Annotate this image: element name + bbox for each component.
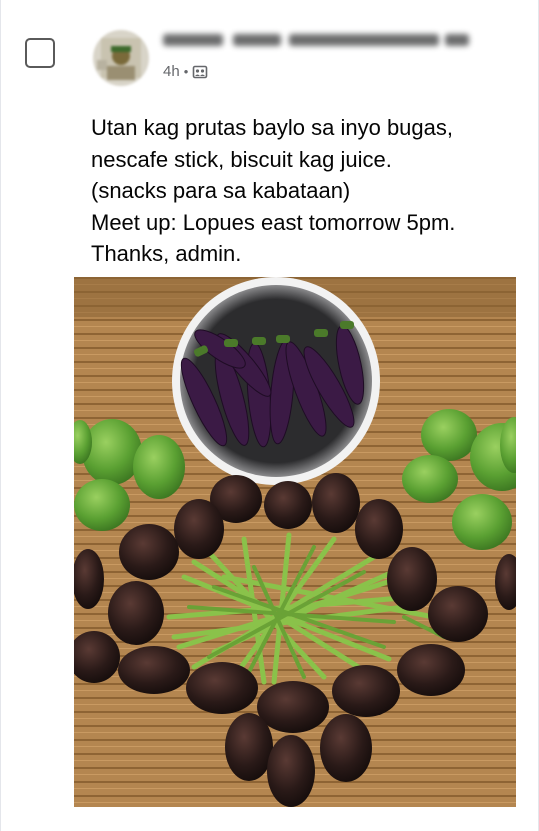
author-name-redacted[interactable]	[163, 30, 473, 52]
select-post-checkbox[interactable]	[25, 38, 55, 68]
meta-separator: •	[183, 64, 189, 79]
group-privacy-icon	[192, 65, 208, 78]
post-body: Utan kag prutas baylo sa inyo bugas, nes…	[91, 112, 521, 270]
post-text-line: Thanks, admin.	[91, 241, 242, 266]
post-photo[interactable]	[74, 277, 516, 807]
post-text-line: Utan kag prutas baylo sa inyo bugas,	[91, 115, 454, 140]
post-timestamp[interactable]: 4h	[163, 63, 180, 80]
post-text-line: Meet up: Lopues east tomorrow 5pm.	[91, 209, 456, 235]
feed-post: 4h • Utan kag prutas baylo sa inyo bugas…	[0, 0, 539, 831]
post-meta: 4h •	[163, 63, 208, 80]
produce-photo	[74, 277, 516, 807]
avatar[interactable]	[93, 30, 149, 86]
post-text-line: (snacks para sa kabataan)	[91, 178, 351, 203]
post-text-line: nescafe stick, biscuit kag juice.	[91, 146, 392, 172]
avatar-image	[93, 30, 149, 86]
